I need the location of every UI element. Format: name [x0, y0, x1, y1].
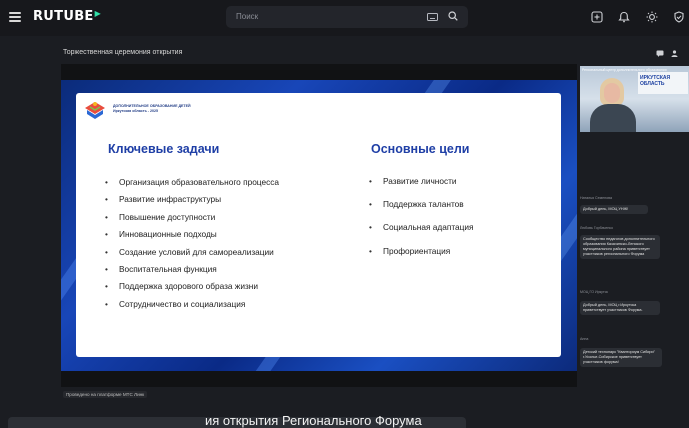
list-item: Организация образовательного процесса: [105, 177, 279, 194]
list-item: Развитие инфраструктуры: [105, 194, 279, 211]
list-item: Развитие личности: [369, 176, 474, 199]
theme-sun-icon[interactable]: [646, 11, 658, 23]
top-bar: RUTUBE▶ Поиск: [0, 0, 689, 36]
left-column-title: Ключевые задачи: [108, 142, 220, 156]
menu-icon[interactable]: [9, 12, 21, 22]
list-item: Повышение доступности: [105, 212, 279, 229]
keyboard-icon[interactable]: [427, 13, 438, 21]
speaker-face: [604, 83, 620, 103]
speaker-body: [590, 104, 636, 132]
key-tasks-list: Организация образовательного процесса Ра…: [105, 177, 279, 316]
logo-accent-icon: ▶: [94, 9, 102, 18]
chat-icon[interactable]: [656, 50, 664, 57]
chat-author: Любовь Горбаченко: [580, 226, 613, 230]
search-input[interactable]: Поиск: [226, 6, 468, 28]
list-item: Социальная адаптация: [369, 222, 474, 245]
list-item: Поддержка талантов: [369, 199, 474, 222]
list-item: Сотрудничество и социализация: [105, 299, 279, 316]
education-logo-icon: [85, 102, 105, 119]
list-item: Создание условий для самореализации: [105, 247, 279, 264]
main-goals-list: Развитие личности Поддержка талантов Соц…: [369, 176, 474, 269]
chat-message: Добрый день, МОЦ г.Иркутска приветствует…: [580, 301, 660, 315]
slide-org-name: ДОПОЛНИТЕЛЬНОЕ ОБРАЗОВАНИЕ ДЕТЕЙ Иркутск…: [113, 104, 191, 113]
video-player[interactable]: ДОПОЛНИТЕЛЬНОЕ ОБРАЗОВАНИЕ ДЕТЕЙ Иркутск…: [61, 64, 577, 387]
chat-author: Анна: [580, 337, 589, 341]
banner-text: ИРКУТСКАЯ ОБЛАСТЬ: [640, 75, 671, 87]
stage-title: Торжественная церемония открытия: [63, 49, 183, 56]
list-item: Воспитательная функция: [105, 264, 279, 281]
chat-message: Добрый день, МОЦ УНЖ!: [580, 205, 648, 214]
logo-text: RUTUBE: [33, 9, 94, 24]
camera-header-text: Региональный центр дополнительного образ…: [582, 68, 667, 72]
list-item: Инновационные подходы: [105, 229, 279, 246]
chat-author: МОЦ ГО Иркутск: [580, 290, 608, 294]
chat-author: Наталья Семенова: [580, 196, 612, 200]
list-item: Профориентация: [369, 246, 474, 269]
shield-icon[interactable]: [673, 11, 685, 23]
search-placeholder: Поиск: [236, 12, 259, 21]
presentation-slide: ДОПОЛНИТЕЛЬНОЕ ОБРАЗОВАНИЕ ДЕТЕЙ Иркутск…: [76, 93, 561, 357]
chat-message: Детский технопарк "Кванториум Сибири" г.…: [580, 348, 662, 367]
search-icon[interactable]: [448, 11, 458, 21]
list-item: Поддержка здорового образа жизни: [105, 281, 279, 298]
video-title: ия открытия Регионального Форума: [205, 413, 422, 428]
user-icon[interactable]: [671, 50, 678, 57]
platform-caption: Проведено на платформе МТС Линк: [63, 391, 148, 398]
bell-icon[interactable]: [618, 11, 630, 23]
right-column-title: Основные цели: [371, 142, 470, 156]
slide-frame: ДОПОЛНИТЕЛЬНОЕ ОБРАЗОВАНИЕ ДЕТЕЙ Иркутск…: [61, 80, 577, 371]
rutube-logo[interactable]: RUTUBE▶: [33, 9, 101, 24]
upload-icon[interactable]: [591, 11, 603, 23]
chat-message: Сообщество педагогов дополнительного обр…: [580, 235, 660, 259]
speaker-camera: ИРКУТСКАЯ ОБЛАСТЬ Региональный центр доп…: [580, 66, 689, 132]
